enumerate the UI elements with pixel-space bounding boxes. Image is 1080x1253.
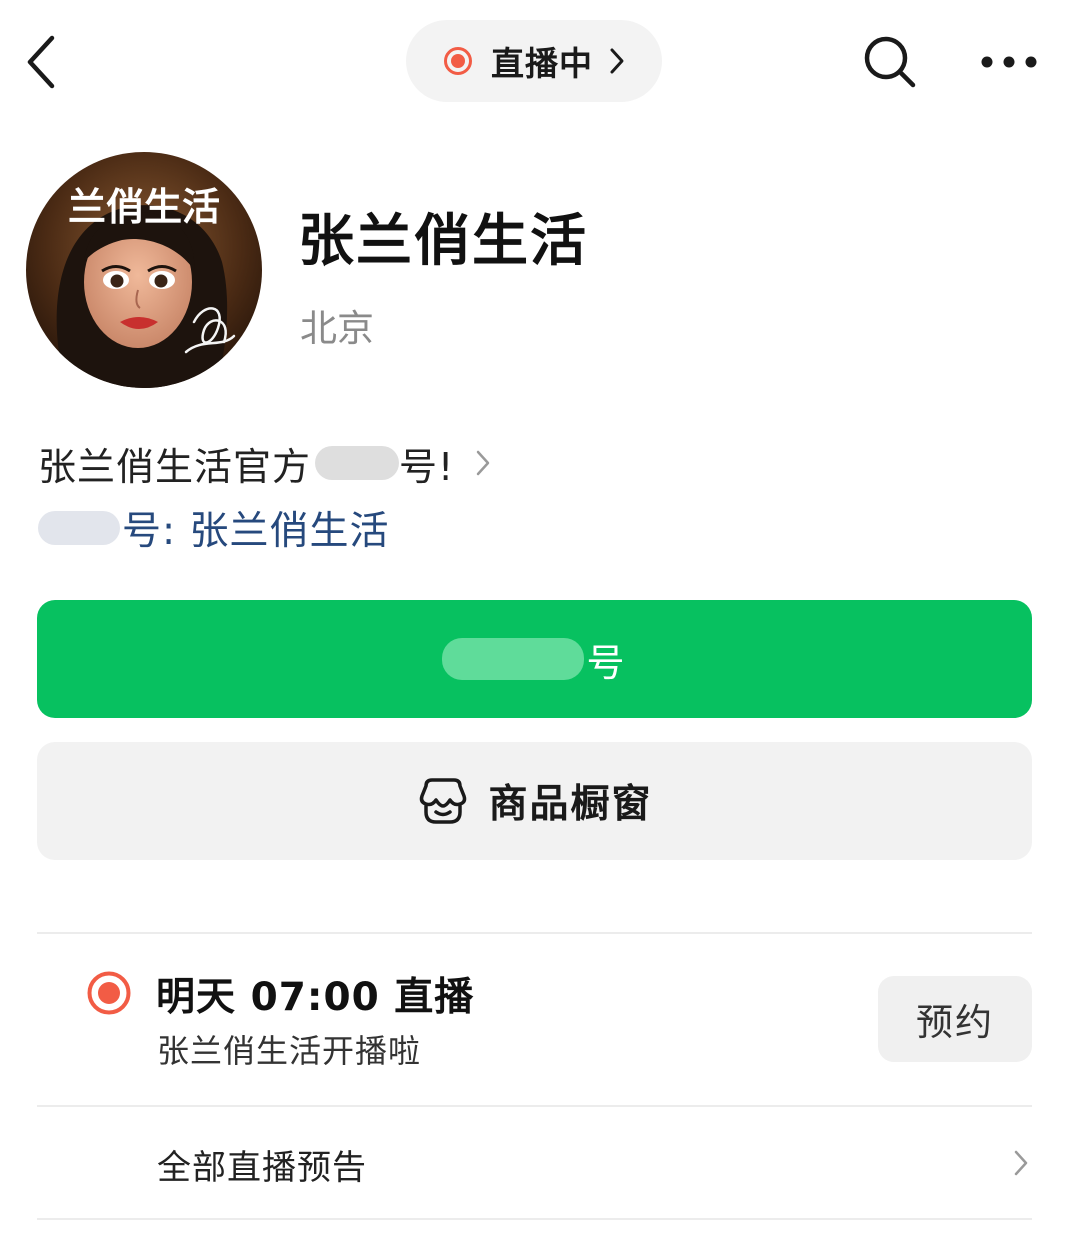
search-button[interactable] bbox=[862, 34, 918, 90]
live-now-pill[interactable]: 直播中 bbox=[406, 20, 662, 102]
section-divider bbox=[37, 1105, 1032, 1107]
shop-window-button[interactable]: 商品橱窗 bbox=[37, 742, 1032, 860]
profile-location: 北京 bbox=[300, 307, 374, 350]
all-live-previews-row[interactable]: 全部直播预告 bbox=[37, 1108, 1032, 1218]
redacted-text bbox=[442, 638, 585, 680]
reserve-button[interactable]: 预约 bbox=[878, 976, 1032, 1062]
channel-profile-page: 直播中 兰俏生活 张兰俏生活 北京 张兰俏生活官方 号! 号: 张兰俏生活 号 … bbox=[0, 0, 1080, 1253]
more-dots-icon bbox=[981, 56, 1037, 68]
redacted-text bbox=[38, 511, 120, 545]
back-button[interactable] bbox=[22, 34, 62, 90]
search-icon bbox=[864, 36, 916, 88]
official-account-link[interactable]: 号: 张兰俏生活 bbox=[38, 502, 390, 554]
live-preview-subtitle: 张兰俏生活开播啦 bbox=[157, 1032, 422, 1070]
chevron-right-icon bbox=[477, 450, 490, 476]
reserve-button-label: 预约 bbox=[916, 1001, 994, 1044]
live-record-icon bbox=[87, 971, 131, 1015]
follow-button[interactable]: 号 bbox=[37, 600, 1032, 718]
avatar-text: 兰俏生活 bbox=[68, 185, 220, 229]
follow-button-label: 号 bbox=[586, 640, 627, 685]
profile-name: 张兰俏生活 bbox=[298, 209, 588, 274]
bio-text-suffix: 号! bbox=[399, 444, 455, 489]
all-live-previews-label: 全部直播预告 bbox=[157, 1148, 367, 1188]
section-divider bbox=[37, 1218, 1032, 1220]
bio-row[interactable]: 张兰俏生活官方 号! bbox=[38, 438, 490, 489]
shop-window-label: 商品橱窗 bbox=[488, 782, 653, 827]
live-status-label: 直播中 bbox=[491, 44, 593, 83]
avatar[interactable]: 兰俏生活 bbox=[26, 152, 262, 388]
bio-text-prefix: 张兰俏生活官方 bbox=[38, 444, 312, 489]
live-preview-title: 明天 07:00 直播 bbox=[156, 975, 475, 1020]
section-divider bbox=[37, 932, 1032, 934]
more-button[interactable] bbox=[980, 50, 1038, 74]
shop-window-icon bbox=[420, 778, 467, 824]
live-dot-icon bbox=[444, 47, 472, 75]
avatar-image: 兰俏生活 bbox=[26, 152, 262, 388]
redacted-text bbox=[315, 446, 400, 480]
chevron-left-icon bbox=[27, 35, 55, 89]
chevron-right-icon bbox=[610, 48, 624, 74]
chevron-right-icon bbox=[1014, 1150, 1028, 1176]
official-account-text: 号: 张兰俏生活 bbox=[122, 509, 390, 554]
